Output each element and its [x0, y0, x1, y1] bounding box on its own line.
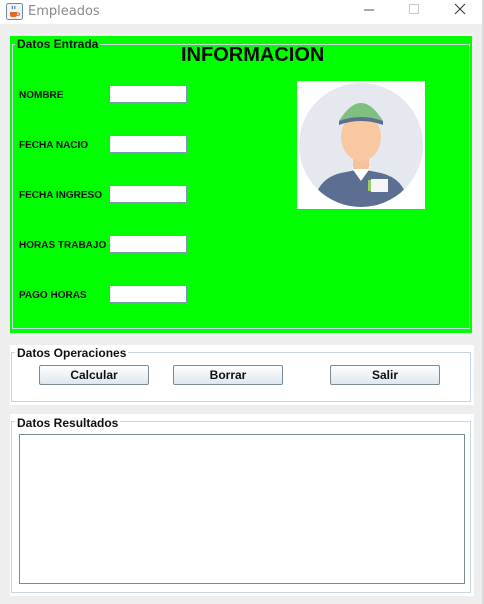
operaciones-panel: Datos Operaciones Calcular Borrar Salir [10, 345, 474, 405]
pago-horas-input[interactable] [109, 285, 187, 303]
nombre-label: NOMBRE [19, 90, 64, 101]
entrada-legend: Datos Entrada [15, 37, 101, 51]
resultados-panel: Datos Resultados [10, 414, 474, 596]
fecha-ingreso-label: FECHA INGRESO [19, 190, 102, 201]
close-icon[interactable] [438, 0, 484, 24]
page-title: INFORMACION [181, 44, 325, 66]
maximize-icon[interactable] [392, 0, 438, 24]
resultados-legend: Datos Resultados [15, 416, 121, 430]
pago-horas-label: PAGO HORAS [19, 290, 87, 301]
title-bar: Empleados [0, 0, 484, 24]
fecha-nacio-input[interactable] [109, 135, 187, 153]
operaciones-legend: Datos Operaciones [15, 346, 129, 360]
fecha-nacio-label: FECHA NACIO [19, 140, 89, 151]
entrada-panel: Datos Entrada INFORMACION NOMBRE FECHA N… [8, 33, 474, 336]
fecha-ingreso-input[interactable] [109, 185, 187, 203]
nombre-input[interactable] [109, 85, 187, 103]
salir-button[interactable]: Salir [330, 365, 440, 385]
java-coffee-icon [6, 3, 23, 20]
minimize-icon[interactable] [346, 0, 392, 24]
results-textarea[interactable] [19, 434, 465, 584]
horas-trabajo-label: HORAS TRABAJO [19, 240, 107, 251]
borrar-button[interactable]: Borrar [173, 365, 283, 385]
horas-trabajo-input[interactable] [109, 235, 187, 253]
window-title: Empleados [28, 4, 100, 19]
employee-avatar-icon [297, 81, 425, 209]
calcular-button[interactable]: Calcular [39, 365, 149, 385]
